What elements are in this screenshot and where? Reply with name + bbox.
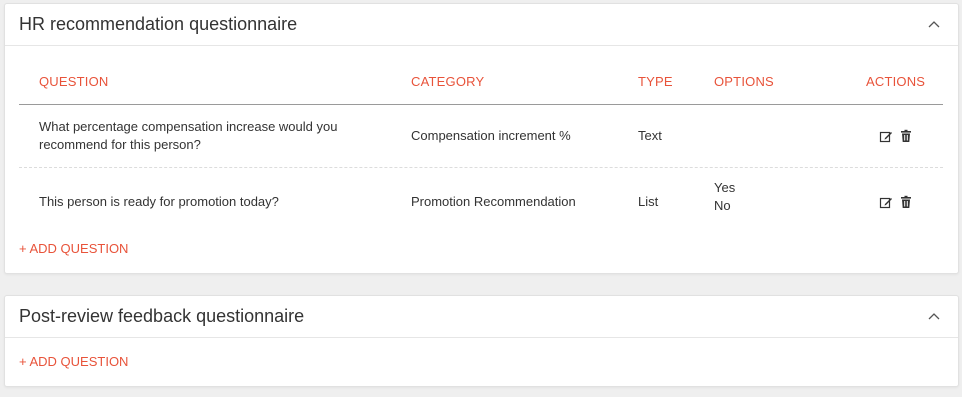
edit-icon[interactable] xyxy=(879,195,893,209)
edit-icon[interactable] xyxy=(879,129,893,143)
add-question-button[interactable]: + ADD QUESTION xyxy=(19,354,128,369)
column-header-question: QUESTION xyxy=(39,74,109,89)
question-cell: This person is ready for promotion today… xyxy=(39,194,279,209)
section-title: Post-review feedback questionnaire xyxy=(19,306,305,326)
column-header-type: TYPE xyxy=(638,74,673,89)
options-cell: Yes No xyxy=(714,179,735,215)
type-cell: List xyxy=(638,194,659,209)
chevron-up-icon[interactable] xyxy=(928,312,940,320)
trash-icon[interactable] xyxy=(899,129,913,143)
section-header[interactable]: HR recommendation questionnaire xyxy=(5,4,958,46)
chevron-up-icon[interactable] xyxy=(928,20,940,28)
category-cell: Promotion Recommendation xyxy=(411,194,576,209)
trash-icon[interactable] xyxy=(899,195,913,209)
column-header-category: CATEGORY xyxy=(411,74,485,89)
add-question-button[interactable]: + ADD QUESTION xyxy=(19,241,128,256)
category-cell: Compensation increment % xyxy=(411,128,571,143)
post-review-feedback-section: Post-review feedback questionnaire + ADD… xyxy=(4,295,959,387)
question-cell: What percentage compensation increase wo… xyxy=(39,118,369,154)
actions-cell xyxy=(879,129,919,143)
column-header-actions: ACTIONS xyxy=(866,74,926,89)
option-item: No xyxy=(714,198,731,213)
column-header-options: OPTIONS xyxy=(714,74,774,89)
hr-recommendation-section: HR recommendation questionnaire QUESTION… xyxy=(4,3,959,274)
section-header[interactable]: Post-review feedback questionnaire xyxy=(5,296,958,338)
type-cell: Text xyxy=(638,128,662,143)
table-row: What percentage compensation increase wo… xyxy=(19,105,943,168)
question-text-line: recommend for this person? xyxy=(39,137,201,152)
option-item: Yes xyxy=(714,180,736,195)
table-row: This person is ready for promotion today… xyxy=(19,168,943,236)
actions-cell xyxy=(879,195,919,209)
table-header: QUESTION CATEGORY TYPE OPTIONS ACTIONS xyxy=(19,48,943,105)
question-text-line: What percentage compensation increase wo… xyxy=(39,119,338,134)
section-title: HR recommendation questionnaire xyxy=(19,14,298,34)
